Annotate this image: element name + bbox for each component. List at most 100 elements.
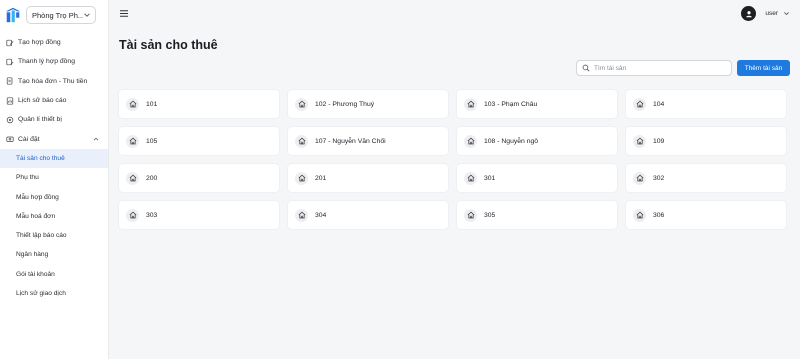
house-icon <box>464 171 477 185</box>
property-selector[interactable]: Phòng Trọ Ph... <box>26 6 96 24</box>
house-icon <box>633 97 646 111</box>
property-name: 108 - Nguyễn ngô <box>484 137 539 145</box>
nav-item-label: Tạo hóa đơn - Thu tiền <box>18 77 88 85</box>
sidebar: Phòng Trọ Ph... Tạo hợp đồng Thanh lý hợ… <box>0 0 109 359</box>
property-card[interactable]: 102 - Phương Thuý <box>288 90 448 118</box>
house-icon <box>464 134 477 148</box>
property-name: 101 <box>146 100 158 108</box>
user-icon <box>746 10 752 17</box>
property-card[interactable]: 201 <box>288 164 448 192</box>
sidebar-item-contract-templates[interactable]: Mẫu hợp đồng <box>0 187 108 206</box>
house-icon <box>464 97 477 111</box>
property-name: 103 - Phạm Châu <box>484 100 538 108</box>
search-input[interactable] <box>594 64 724 72</box>
house-icon <box>126 97 139 111</box>
nav-group-label: Cài đặt <box>18 135 40 143</box>
sidebar-item-label: Lịch sử giao dịch <box>16 290 66 297</box>
property-card[interactable]: 304 <box>288 201 448 229</box>
property-card[interactable]: 109 <box>626 127 786 155</box>
sidebar-item-report-settings[interactable]: Thiết lập báo cáo <box>0 226 108 245</box>
sidebar-item-label: Phụ thu <box>16 174 39 182</box>
house-icon <box>464 208 477 222</box>
house-icon <box>126 171 139 185</box>
username: user <box>765 10 778 17</box>
property-name: 104 <box>653 100 665 108</box>
nav-item-terminate-contract[interactable]: Thanh lý hợp đồng <box>0 52 108 71</box>
house-icon <box>295 171 308 185</box>
house-icon <box>633 134 646 148</box>
property-card[interactable]: 302 <box>626 164 786 192</box>
house-icon <box>295 97 308 111</box>
property-name: 105 <box>146 137 158 145</box>
sidebar-item-banks[interactable]: Ngân hàng <box>0 245 108 264</box>
nav-item-create-contract[interactable]: Tạo hợp đồng <box>0 33 108 52</box>
user-menu[interactable]: user <box>741 6 790 21</box>
property-card[interactable]: 104 <box>626 90 786 118</box>
sidebar-nav: Tạo hợp đồng Thanh lý hợp đồng Tạo hóa đ… <box>0 33 108 303</box>
brand <box>4 6 22 24</box>
property-card[interactable]: 108 - Nguyễn ngô <box>457 127 617 155</box>
property-name: 200 <box>146 174 158 182</box>
sidebar-item-label: Thiết lập báo cáo <box>16 232 67 240</box>
property-card[interactable]: 107 - Nguyễn Văn Chối <box>288 127 448 155</box>
sidebar-item-account-plans[interactable]: Gói tài khoản <box>0 265 108 284</box>
nav-item-device-management[interactable]: Quản lí thiết bị <box>0 110 108 129</box>
add-property-button[interactable]: Thêm tài sản <box>737 60 790 76</box>
page-title: Tài sản cho thuê <box>119 38 218 52</box>
house-icon <box>126 208 139 222</box>
property-name: 301 <box>484 174 496 182</box>
property-name: 302 <box>653 174 665 182</box>
device-icon <box>6 116 14 124</box>
property-name: 107 - Nguyễn Văn Chối <box>315 137 386 145</box>
nav-item-label: Tạo hợp đồng <box>18 39 61 47</box>
house-icon <box>633 171 646 185</box>
property-card[interactable]: 103 - Phạm Châu <box>457 90 617 118</box>
property-card[interactable]: 200 <box>119 164 279 192</box>
house-icon <box>295 208 308 222</box>
sidebar-item-label: Ngân hàng <box>16 251 49 259</box>
property-card[interactable]: 306 <box>626 201 786 229</box>
house-icon <box>633 208 646 222</box>
contract-end-icon <box>6 58 14 66</box>
nav-item-label: Quản lí thiết bị <box>18 116 62 124</box>
app-logo-icon <box>5 7 21 23</box>
property-card[interactable]: 301 <box>457 164 617 192</box>
report-history-icon <box>6 96 14 105</box>
sidebar-item-rental-assets[interactable]: Tài sản cho thuê <box>0 148 108 169</box>
property-card[interactable]: 305 <box>457 201 617 229</box>
search-box[interactable] <box>576 60 732 76</box>
sidebar-item-transaction-history[interactable]: Lịch sử giao dịch <box>0 284 108 303</box>
house-icon <box>126 134 139 148</box>
hamburger-menu-icon[interactable] <box>120 10 128 17</box>
nav-group-settings[interactable]: Cài đặt <box>0 129 108 148</box>
property-name: 109 <box>653 137 665 145</box>
property-name: 305 <box>484 211 496 219</box>
nav-item-label: Lịch sử báo cáo <box>18 97 67 105</box>
house-icon <box>295 134 308 148</box>
property-name: 304 <box>315 211 327 219</box>
chevron-up-icon <box>93 137 99 141</box>
property-card[interactable]: 101 <box>119 90 279 118</box>
chevron-down-icon <box>84 13 90 17</box>
property-grid: 101 102 - Phương Thuý 103 - Phạm Châu 104 10… <box>119 90 788 229</box>
nav-item-create-invoice[interactable]: Tạo hóa đơn - Thu tiền <box>0 72 108 91</box>
search-icon <box>582 64 590 72</box>
sidebar-item-surcharges[interactable]: Phụ thu <box>0 168 108 187</box>
property-name: 102 - Phương Thuý <box>315 100 375 108</box>
avatar <box>741 6 757 21</box>
property-card[interactable]: 105 <box>119 127 279 155</box>
topbar: user <box>110 0 800 27</box>
sidebar-item-label: Tài sản cho thuê <box>16 154 65 162</box>
contract-edit-icon <box>6 39 14 46</box>
property-name: 306 <box>653 211 665 219</box>
invoice-icon <box>6 77 13 85</box>
chevron-down-icon <box>784 12 789 16</box>
sidebar-item-label: Mẫu hoá đơn <box>16 212 56 220</box>
settings-icon <box>6 136 14 142</box>
sidebar-item-label: Mẫu hợp đồng <box>16 193 59 201</box>
nav-item-report-history[interactable]: Lịch sử báo cáo <box>0 91 108 110</box>
property-selector-value: Phòng Trọ Ph... <box>32 10 83 20</box>
property-name: 201 <box>315 174 327 182</box>
sidebar-item-invoice-templates[interactable]: Mẫu hoá đơn <box>0 207 108 226</box>
property-card[interactable]: 303 <box>119 201 279 229</box>
